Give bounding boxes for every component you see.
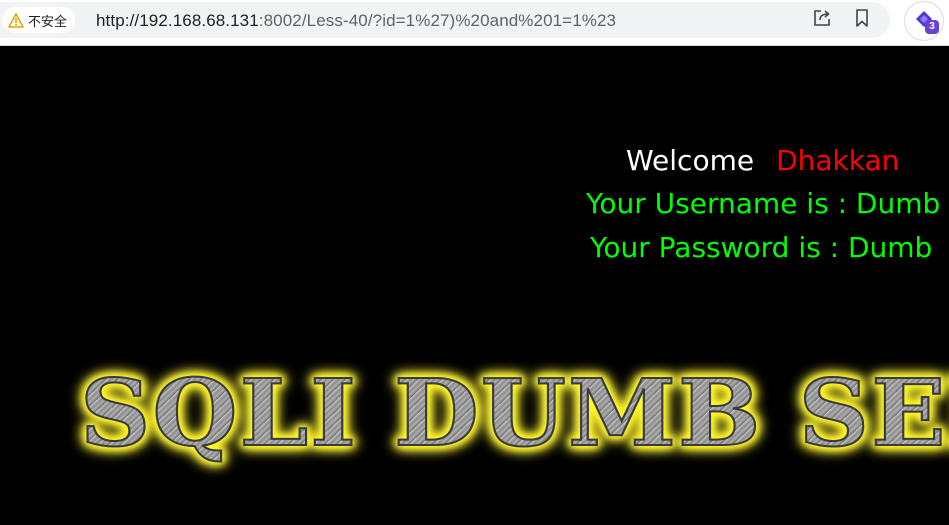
share-button[interactable] [808, 6, 836, 34]
welcome-name: Dhakkan [776, 144, 900, 177]
warning-icon [8, 12, 24, 28]
welcome-label: Welcome [626, 144, 755, 177]
password-line: Your Password is : Dumb [590, 231, 933, 264]
bookmark-button[interactable] [848, 6, 876, 34]
url-text[interactable]: http://192.168.68.131:8002/Less-40/?id=1… [96, 11, 616, 31]
extension-badge: 3 [925, 20, 939, 34]
security-indicator[interactable]: 不安全 [2, 7, 76, 33]
url-path: :8002/Less-40/?id=1%27)%20and%201=1%23 [258, 11, 617, 30]
username-line: Your Username is : Dumb [586, 187, 941, 220]
bookmark-icon [853, 8, 871, 32]
welcome-line: Welcome Dhakkan [626, 139, 899, 182]
extension-button[interactable]: 3 [904, 1, 944, 41]
page-content: Welcome Dhakkan Your Username is : Dumb Y… [0, 47, 949, 525]
address-bar[interactable]: 不安全 http://192.168.68.131:8002/Less-40/?… [0, 2, 890, 38]
security-label: 不安全 [28, 14, 68, 30]
url-host: http://192.168.68.131 [96, 11, 259, 30]
sqli-banner: SQLI DUMB SERIES [79, 358, 949, 468]
share-icon [812, 8, 832, 32]
browser-toolbar: 不安全 http://192.168.68.131:8002/Less-40/?… [0, 0, 949, 46]
